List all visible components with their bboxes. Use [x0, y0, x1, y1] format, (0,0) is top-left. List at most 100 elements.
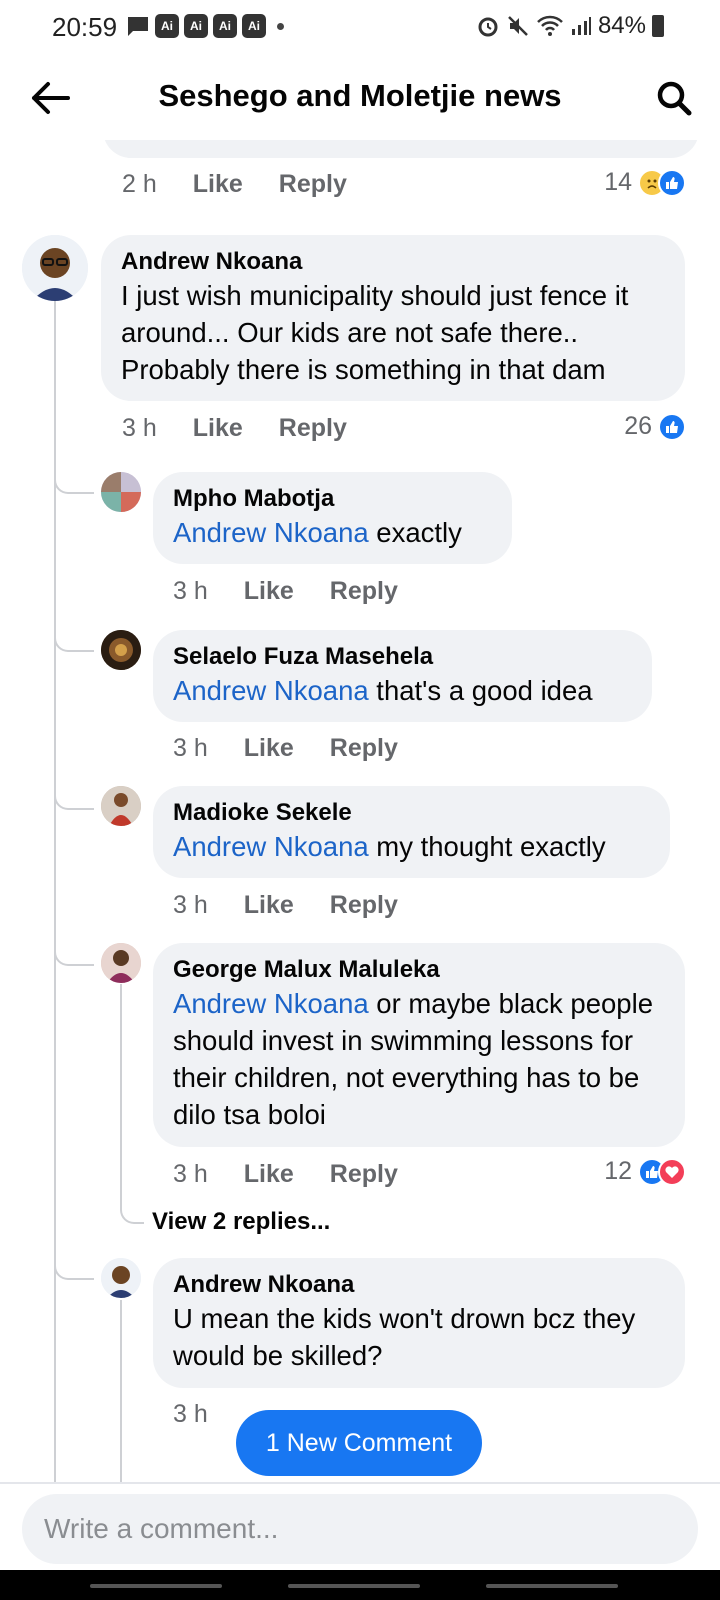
reply-text: U mean the kids won't drown bcz they wou… [173, 1303, 636, 1371]
reply-button[interactable]: Reply [330, 577, 398, 606]
battery-icon [652, 15, 664, 37]
reaction-summary[interactable]: 14 [604, 168, 686, 197]
comment-text: I just wish municipality should just fen… [121, 280, 629, 385]
like-reaction-icon [658, 412, 686, 441]
avatar[interactable] [101, 786, 141, 826]
reply-button[interactable]: Reply [279, 170, 347, 199]
status-time: 20:59 [52, 12, 118, 42]
mention-link[interactable]: Andrew Nkoana [173, 675, 369, 706]
new-comment-button[interactable]: 1 New Comment [236, 1410, 482, 1476]
nested-thread-line [120, 984, 122, 1210]
mention-link[interactable]: Andrew Nkoana [173, 988, 369, 1019]
message-icon [128, 17, 148, 36]
reaction-count: 26 [624, 412, 652, 440]
reply-text: Andrew Nkoana or maybe black people shou… [173, 985, 665, 1133]
reply-text: Andrew Nkoana that's a good idea [173, 672, 632, 709]
nested-thread-line [120, 1300, 122, 1482]
comment-time: 2 h [122, 170, 157, 198]
reply-text: Andrew Nkoana my thought exactly [173, 828, 650, 865]
reply-actions: 3 h Like Reply [173, 734, 434, 763]
reaction-summary[interactable]: 26 [624, 412, 686, 441]
avatar-image [101, 630, 141, 670]
like-button[interactable]: Like [193, 414, 243, 443]
battery-percent: 84% [597, 12, 646, 39]
like-button[interactable]: Like [244, 734, 294, 763]
comment-feed[interactable]: 2 h Like Reply 14 Andrew Nkoana I just w… [0, 140, 720, 1482]
reply-author[interactable]: Madioke Sekele [173, 798, 650, 828]
comment-bubble[interactable]: Andrew Nkoana I just wish municipality s… [101, 235, 685, 401]
search-button[interactable] [650, 74, 698, 122]
reaction-summary[interactable]: 12 [604, 1157, 686, 1186]
status-bar: 20:59 Ai Ai Ai Ai 84% [0, 0, 720, 52]
reply-time: 3 h [173, 734, 208, 762]
system-navigation-bar [0, 1570, 720, 1600]
reply-text-body: exactly [368, 517, 462, 548]
composer-divider [0, 1482, 720, 1484]
reply-connector [54, 618, 94, 652]
avatar-image [22, 235, 88, 301]
ai-badge-icon: Ai [155, 14, 179, 38]
comment-author[interactable]: Andrew Nkoana [121, 247, 665, 277]
notification-icons: Ai Ai Ai Ai [126, 14, 284, 38]
view-replies-link[interactable]: View 2 replies... [152, 1208, 330, 1236]
search-icon [657, 81, 692, 116]
comment-time: 3 h [122, 414, 157, 442]
reply-button[interactable]: Reply [330, 1160, 398, 1189]
reply-time: 3 h [173, 891, 208, 919]
reaction-count: 14 [604, 168, 632, 196]
mention-link[interactable]: Andrew Nkoana [173, 517, 369, 548]
reply-bubble[interactable]: Madioke Sekele Andrew Nkoana my thought … [153, 786, 670, 878]
avatar[interactable] [101, 630, 141, 670]
comment-input[interactable]: Write a comment... [22, 1494, 698, 1564]
avatar-image [101, 943, 141, 983]
like-button[interactable]: Like [244, 577, 294, 606]
home-button[interactable] [288, 1584, 420, 1588]
reply-author[interactable]: Andrew Nkoana [173, 1270, 665, 1300]
signal-icon [571, 17, 591, 35]
wifi-icon [537, 15, 563, 36]
reply-actions: 3 h [173, 1400, 244, 1429]
ai-badge-icon: Ai [242, 14, 266, 38]
reply-connector [54, 1246, 94, 1280]
reply-text: Andrew Nkoana exactly [173, 514, 492, 551]
mention-link[interactable]: Andrew Nkoana [173, 831, 369, 862]
header: Seshego and Moletjie news [0, 56, 720, 140]
avatar-image [101, 472, 141, 512]
reaction-count: 12 [604, 1157, 632, 1185]
mute-icon [508, 16, 528, 36]
comment-actions: 2 h Like Reply [122, 170, 383, 199]
reply-bubble[interactable]: Mpho Mabotja Andrew Nkoana exactly [153, 472, 512, 564]
ai-badge-icon: Ai [213, 14, 237, 38]
reply-author[interactable]: George Malux Maluleka [173, 955, 665, 985]
like-button[interactable]: Like [193, 170, 243, 199]
reply-author[interactable]: Mpho Mabotja [173, 484, 492, 514]
comment-actions: 3 h Like Reply [122, 414, 383, 443]
reply-connector [54, 460, 94, 494]
reply-actions: 3 h Like Reply [173, 577, 434, 606]
reply-button[interactable]: Reply [279, 414, 347, 443]
recent-apps-button[interactable] [90, 1584, 222, 1588]
reply-connector [120, 1190, 144, 1224]
love-reaction-icon [658, 1157, 686, 1186]
reply-bubble[interactable]: George Malux Maluleka Andrew Nkoana or m… [153, 943, 685, 1147]
like-reaction-icon [658, 168, 686, 197]
reply-button[interactable]: Reply [330, 891, 398, 920]
avatar-image [101, 786, 141, 826]
reply-time: 3 h [173, 1400, 208, 1428]
like-button[interactable]: Like [244, 1160, 294, 1189]
reply-author[interactable]: Selaelo Fuza Masehela [173, 642, 632, 672]
avatar[interactable] [101, 472, 141, 512]
reply-connector [54, 932, 94, 966]
avatar[interactable] [101, 1258, 141, 1298]
reply-text-body: that's a good idea [368, 675, 593, 706]
avatar-image [101, 1258, 141, 1298]
reply-bubble[interactable]: Selaelo Fuza Masehela Andrew Nkoana that… [153, 630, 652, 722]
reply-time: 3 h [173, 1160, 208, 1188]
reply-bubble[interactable]: Andrew Nkoana U mean the kids won't drow… [153, 1258, 685, 1388]
reply-button[interactable]: Reply [330, 734, 398, 763]
avatar[interactable] [101, 943, 141, 983]
like-button[interactable]: Like [244, 891, 294, 920]
more-notifications-dot-icon [277, 22, 284, 30]
back-nav-button[interactable] [486, 1584, 618, 1588]
avatar[interactable] [22, 235, 88, 301]
